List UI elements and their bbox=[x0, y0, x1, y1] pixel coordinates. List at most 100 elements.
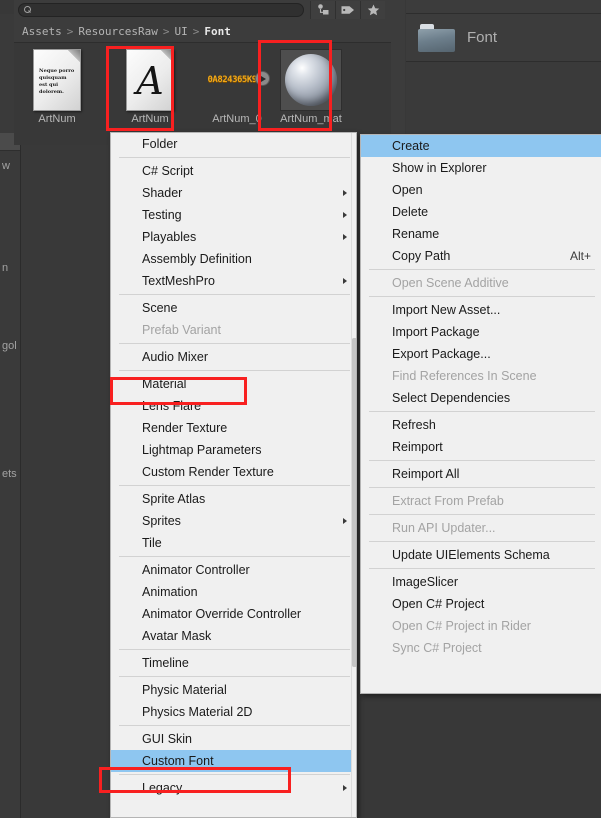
menu-item-label: ImageSlicer bbox=[392, 575, 458, 589]
menu-item-label: GUI Skin bbox=[142, 732, 193, 746]
create-menu-item-c-script[interactable]: C# Script bbox=[111, 160, 356, 182]
context-menu-item-import-new-asset[interactable]: Import New Asset... bbox=[361, 299, 601, 321]
menu-item-label: Open C# Project bbox=[392, 597, 485, 611]
create-menu-item-animation[interactable]: Animation bbox=[111, 581, 356, 603]
create-menu-item-animator-override-controller[interactable]: Animator Override Controller bbox=[111, 603, 356, 625]
context-menu-item-create[interactable]: Create bbox=[361, 135, 601, 157]
create-menu-item-lens-flare[interactable]: Lens Flare bbox=[111, 395, 356, 417]
filter-by-type-icon[interactable] bbox=[310, 0, 335, 19]
create-menu-item-custom-font[interactable]: Custom Font bbox=[111, 750, 356, 772]
context-menu-item-import-package[interactable]: Import Package bbox=[361, 321, 601, 343]
menu-item-label: Tile bbox=[142, 536, 162, 550]
clipped-panel-text: w bbox=[2, 160, 10, 172]
material-icon bbox=[280, 49, 342, 111]
menu-item-label: Open Scene Additive bbox=[392, 276, 509, 290]
context-menu-item-rename[interactable]: Rename bbox=[361, 223, 601, 245]
inspector-panel: Font bbox=[406, 0, 601, 140]
asset-item-artnum-font[interactable]: A ArtNum bbox=[111, 49, 189, 125]
create-submenu[interactable]: Folder C# Script Shader Testing Playables Ass… bbox=[110, 132, 357, 818]
context-menu-item-sync-c-project: Sync C# Project bbox=[361, 637, 601, 659]
favorite-star-icon[interactable] bbox=[360, 0, 385, 19]
menu-separator bbox=[119, 649, 350, 650]
breadcrumb-separator: > bbox=[192, 24, 200, 38]
create-menu-item-custom-render-texture[interactable]: Custom Render Texture bbox=[111, 461, 356, 483]
scrollbar-thumb[interactable] bbox=[352, 338, 356, 667]
search-input[interactable] bbox=[18, 2, 304, 17]
breadcrumb[interactable]: Assets > ResourcesRaw > UI > Font bbox=[14, 20, 391, 42]
create-menu-item-folder[interactable]: Folder bbox=[111, 133, 356, 155]
menu-item-label: Find References In Scene bbox=[392, 369, 537, 383]
context-menu-item-reimport-all[interactable]: Reimport All bbox=[361, 463, 601, 485]
create-menu-item-sprite-atlas[interactable]: Sprite Atlas bbox=[111, 488, 356, 510]
context-menu-item-imageslicer[interactable]: ImageSlicer bbox=[361, 571, 601, 593]
menu-item-label: Shader bbox=[142, 186, 183, 200]
breadcrumb-item-font[interactable]: Font bbox=[204, 25, 231, 38]
create-menu-item-animator-controller[interactable]: Animator Controller bbox=[111, 559, 356, 581]
menu-item-label: Reimport All bbox=[392, 467, 460, 481]
create-menu-item-material[interactable]: Material bbox=[111, 373, 356, 395]
create-menu-item-shader[interactable]: Shader bbox=[111, 182, 356, 204]
create-menu-item-lightmap-parameters[interactable]: Lightmap Parameters bbox=[111, 439, 356, 461]
asset-item-artnum-doc[interactable]: Neque porro quisquam est qui dolorem. Ar… bbox=[18, 49, 96, 125]
chevron-right-icon bbox=[343, 518, 347, 524]
context-menu-item-reimport[interactable]: Reimport bbox=[361, 436, 601, 458]
asset-label: ArtNum bbox=[131, 113, 169, 125]
create-menu-item-legacy[interactable]: Legacy bbox=[111, 777, 356, 799]
context-menu-item-show-in-explorer[interactable]: Show in Explorer bbox=[361, 157, 601, 179]
asset-item-artnum-mat[interactable]: ArtNum_mat bbox=[272, 49, 350, 125]
create-menu-item-textmeshpro[interactable]: TextMeshPro bbox=[111, 270, 356, 292]
create-menu-item-assembly-definition[interactable]: Assembly Definition bbox=[111, 248, 356, 270]
context-menu-item-delete[interactable]: Delete bbox=[361, 201, 601, 223]
asset-item-artnum-0[interactable]: 0A824365K9B1 ArtNum_0 bbox=[198, 49, 276, 125]
menu-separator bbox=[119, 676, 350, 677]
menu-separator bbox=[119, 343, 350, 344]
context-menu-item-export-package[interactable]: Export Package... bbox=[361, 343, 601, 365]
create-menu-item-gui-skin[interactable]: GUI Skin bbox=[111, 728, 356, 750]
toolbar-buttons bbox=[310, 0, 385, 19]
breadcrumb-item-resourcesraw[interactable]: ResourcesRaw bbox=[78, 25, 157, 38]
context-menu-item-refresh[interactable]: Refresh bbox=[361, 414, 601, 436]
create-menu-item-physics-material-2d[interactable]: Physics Material 2D bbox=[111, 701, 356, 723]
asset-context-menu[interactable]: Create Show in Explorer Open Delete Rename Co… bbox=[360, 134, 601, 694]
create-menu-item-avatar-mask[interactable]: Avatar Mask bbox=[111, 625, 356, 647]
create-menu-item-audio-mixer[interactable]: Audio Mixer bbox=[111, 346, 356, 368]
filter-by-label-icon[interactable] bbox=[335, 0, 360, 19]
menu-separator bbox=[369, 514, 595, 515]
context-menu-item-open-c-project[interactable]: Open C# Project bbox=[361, 593, 601, 615]
menu-item-label: Scene bbox=[142, 301, 178, 315]
context-menu-item-open[interactable]: Open bbox=[361, 179, 601, 201]
document-preview-text: Neque porro quisquam est qui dolorem. bbox=[39, 68, 75, 95]
menu-item-label: Sync C# Project bbox=[392, 641, 482, 655]
menu-item-label: C# Script bbox=[142, 164, 194, 178]
assets-grid: Neque porro quisquam est qui dolorem. Ar… bbox=[14, 42, 391, 145]
menu-separator bbox=[369, 460, 595, 461]
menu-item-label: Testing bbox=[142, 208, 182, 222]
breadcrumb-item-ui[interactable]: UI bbox=[174, 25, 187, 38]
inspector-tab-strip[interactable] bbox=[406, 0, 601, 14]
breadcrumb-separator: > bbox=[162, 24, 170, 38]
create-menu-item-sprites[interactable]: Sprites bbox=[111, 510, 356, 532]
create-menu-item-render-texture[interactable]: Render Texture bbox=[111, 417, 356, 439]
context-menu-item-select-dependencies[interactable]: Select Dependencies bbox=[361, 387, 601, 409]
context-menu-item-update-uielements-schema[interactable]: Update UIElements Schema bbox=[361, 544, 601, 566]
clipped-panel-text: gol bbox=[2, 340, 17, 352]
create-menu-item-prefab-variant: Prefab Variant bbox=[111, 319, 356, 341]
menu-item-label: Update UIElements Schema bbox=[392, 548, 550, 562]
breadcrumb-item-assets[interactable]: Assets bbox=[22, 25, 62, 38]
context-menu-item-copy-path[interactable]: Copy Path Alt+ bbox=[361, 245, 601, 267]
menu-item-label: Sprite Atlas bbox=[142, 492, 206, 506]
menu-item-label: Physics Material 2D bbox=[142, 705, 253, 719]
project-browser-toolbar bbox=[14, 0, 405, 19]
create-menu-item-playables[interactable]: Playables bbox=[111, 226, 356, 248]
menu-item-label: Animator Controller bbox=[142, 563, 250, 577]
create-menu-item-scene[interactable]: Scene bbox=[111, 297, 356, 319]
menu-item-label: Create bbox=[392, 139, 430, 153]
context-menu-item-extract-from-prefab: Extract From Prefab bbox=[361, 490, 601, 512]
preview-play-icon[interactable] bbox=[255, 71, 270, 86]
create-menu-item-testing[interactable]: Testing bbox=[111, 204, 356, 226]
create-submenu-scrollbar[interactable] bbox=[351, 133, 356, 817]
create-menu-item-physic-material[interactable]: Physic Material bbox=[111, 679, 356, 701]
create-menu-item-timeline[interactable]: Timeline bbox=[111, 652, 356, 674]
create-menu-item-tile[interactable]: Tile bbox=[111, 532, 356, 554]
context-menu-item-run-api-updater: Run API Updater... bbox=[361, 517, 601, 539]
